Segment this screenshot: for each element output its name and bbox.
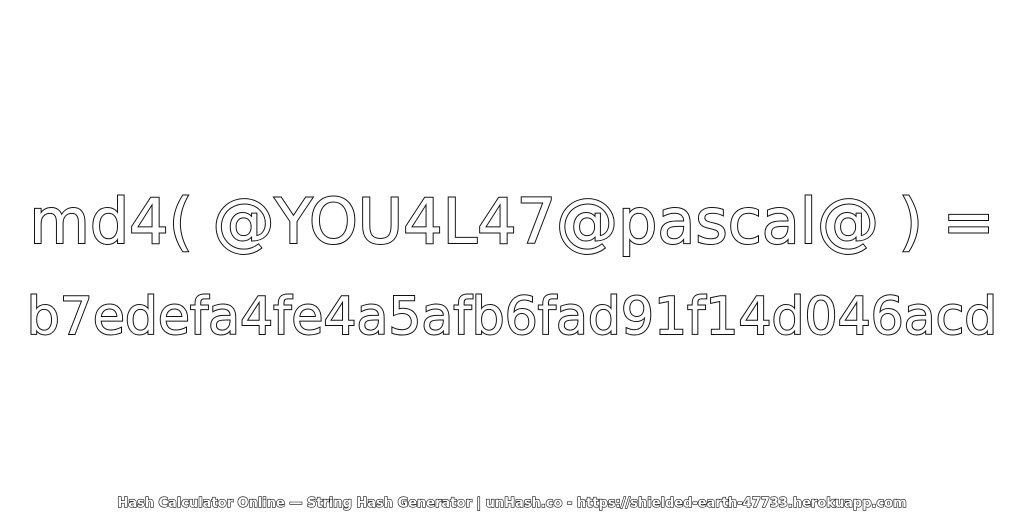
footer-caption: Hash Calculator Online — String Hash Gen… bbox=[117, 495, 908, 511]
hash-value: b7edefa4fe4a5afb6fad91f14d046acd bbox=[26, 286, 998, 348]
hash-expression: md4( @YOU4L47@pascal@ ) = bbox=[28, 184, 995, 259]
hash-result-canvas: md4( @YOU4L47@pascal@ ) = b7edefa4fe4a5a… bbox=[0, 0, 1024, 512]
